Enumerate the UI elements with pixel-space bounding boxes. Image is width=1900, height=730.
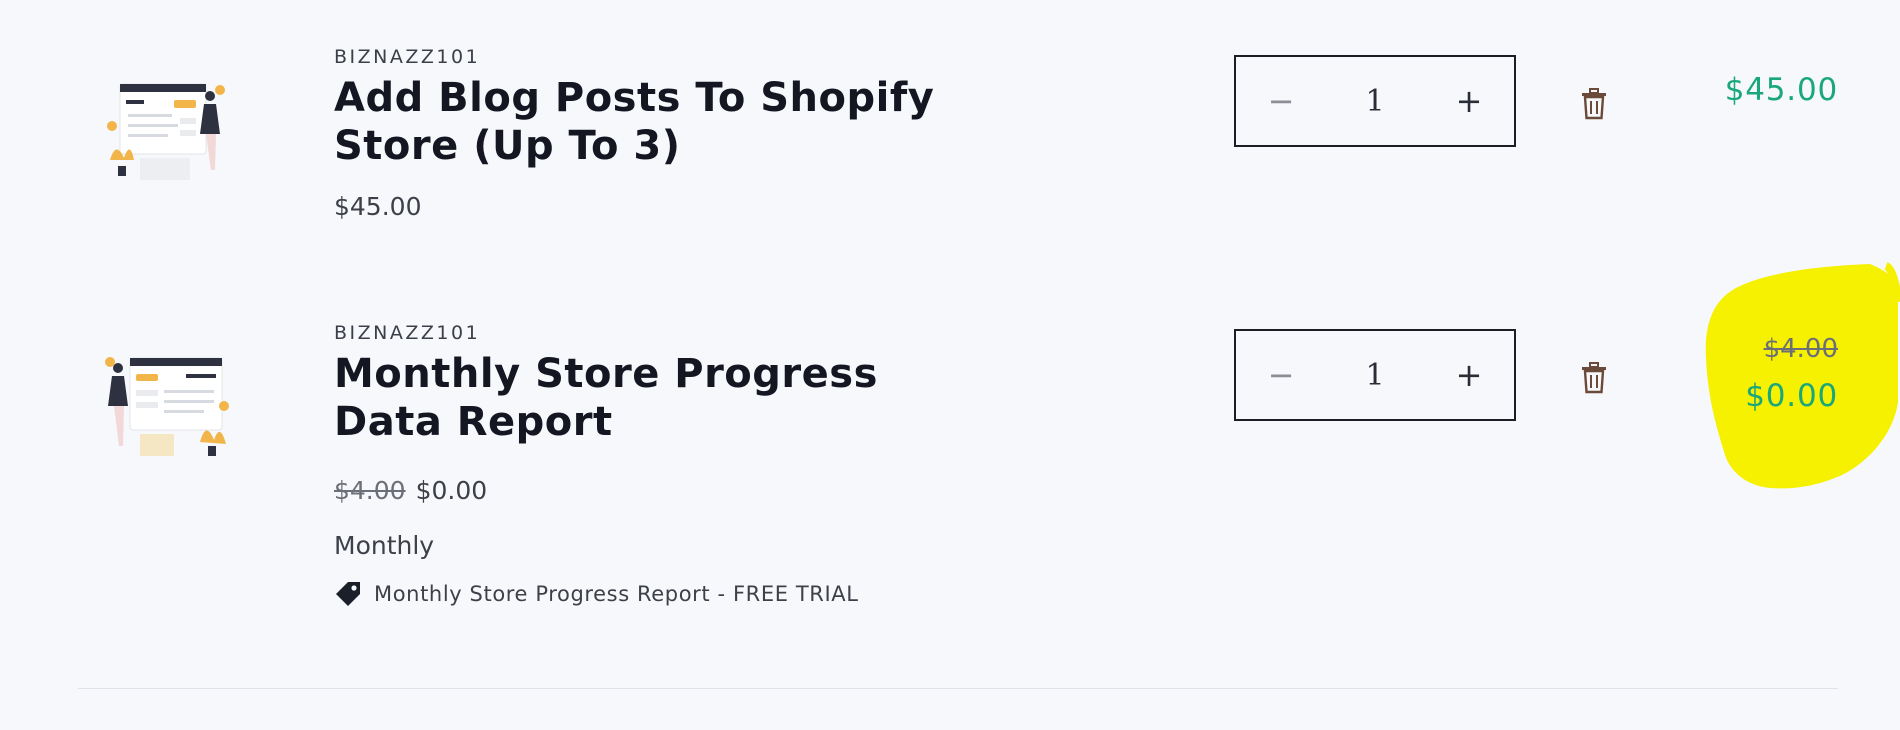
line-total: $45.00 [1725, 72, 1838, 108]
selling-plan: Monthly [334, 531, 435, 560]
decrease-quantity-button[interactable]: − [1236, 331, 1326, 419]
quantity-stepper: − 1 + [1234, 329, 1516, 421]
line-total-price: $0.00 [1745, 378, 1838, 414]
product-info: BIZNAZZ101 Monthly Store Progress Data R… [334, 322, 954, 608]
sale-price: $0.00 [415, 476, 488, 505]
decrease-quantity-button[interactable]: − [1236, 57, 1326, 145]
quantity-stepper: − 1 + [1234, 55, 1516, 147]
line-total-price: $45.00 [1724, 72, 1838, 108]
increase-quantity-button[interactable]: + [1424, 331, 1514, 419]
product-title[interactable]: Add Blog Posts To Shopify Store (Up To 3… [334, 74, 954, 170]
product-info: BIZNAZZ101 Add Blog Posts To Shopify Sto… [334, 46, 954, 221]
discount-label: Monthly Store Progress Report - FREE TRI… [334, 580, 954, 608]
divider [78, 688, 1838, 689]
quantity-input[interactable]: 1 [1335, 358, 1415, 393]
product-title-line: Monthly Store Progress [334, 351, 878, 397]
cart-item: BIZNAZZ101 Add Blog Posts To Shopify Sto… [0, 0, 1900, 250]
compare-at-price: $4.00 [334, 476, 406, 505]
unit-price: $4.00 $0.00 [334, 476, 954, 505]
product-vendor: BIZNAZZ101 [334, 322, 481, 344]
product-thumbnail[interactable] [100, 70, 232, 196]
trash-icon[interactable] [1580, 362, 1608, 394]
line-total-original-price: $4.00 [1763, 334, 1838, 364]
quantity-input[interactable]: 1 [1335, 84, 1415, 119]
product-title-line: Add Blog Posts To Shopify [334, 75, 935, 121]
price-tag-icon [336, 582, 360, 606]
product-title[interactable]: Monthly Store Progress Data Report [334, 350, 954, 446]
increase-quantity-button[interactable]: + [1424, 57, 1514, 145]
product-thumbnail[interactable] [100, 346, 232, 472]
product-title-line: Store (Up To 3) [334, 123, 681, 169]
product-title-line: Data Report [334, 399, 613, 445]
cart-item: BIZNAZZ101 Monthly Store Progress Data R… [0, 272, 1900, 692]
discount-text: Monthly Store Progress Report - FREE TRI… [374, 582, 859, 606]
unit-price: $45.00 [334, 192, 422, 221]
trash-icon[interactable] [1580, 88, 1608, 120]
line-total: $4.00 $0.00 [1745, 334, 1838, 414]
product-vendor: BIZNAZZ101 [334, 46, 481, 68]
